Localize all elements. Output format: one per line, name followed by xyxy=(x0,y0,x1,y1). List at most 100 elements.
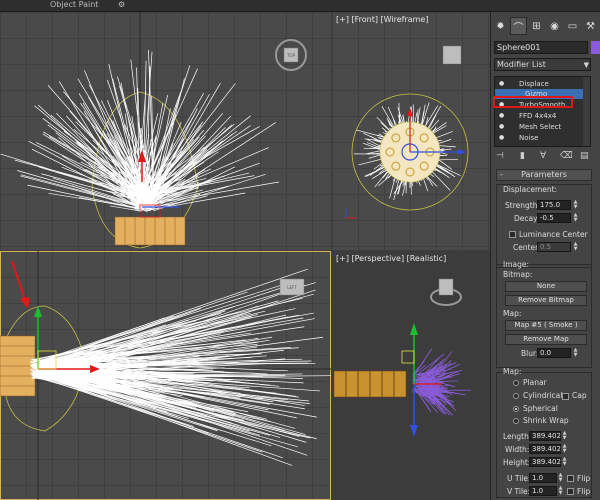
chevron-down-icon: ▼ xyxy=(583,61,589,69)
length-spinner[interactable]: 389.402 xyxy=(529,431,561,441)
blur-spinner-arrows[interactable]: ▲ ▼ xyxy=(573,348,578,358)
modify-tab-icon[interactable]: ⌒ xyxy=(510,17,527,35)
display-tab-icon[interactable]: ▭ xyxy=(564,17,581,35)
shrink-wrap-radio[interactable] xyxy=(513,418,519,424)
width-spinner[interactable]: 389.402 xyxy=(529,444,561,454)
spherical-label: Spherical xyxy=(523,404,558,413)
modifier-stack[interactable]: ● Displace Gizmo ● TurboSmooth ● FFD 4x4x4 … xyxy=(494,76,591,147)
object-name-field[interactable]: Sphere001 xyxy=(494,41,588,54)
modifier-list-label: Modifier List xyxy=(497,60,546,69)
viewport-top[interactable]: TOP xyxy=(0,12,331,250)
center-spinner-arrows[interactable]: ▲ ▼ xyxy=(573,242,578,252)
cylindrical-radio[interactable] xyxy=(513,393,519,399)
stack-item-noise[interactable]: ● Noise xyxy=(495,133,585,143)
center-spinner[interactable]: 0.5 xyxy=(537,242,571,252)
decay-spinner[interactable]: -0.5 xyxy=(537,213,571,223)
viewcube-front[interactable] xyxy=(440,42,466,72)
height-label: Height: xyxy=(503,458,531,467)
modifier-list-dropdown[interactable]: Modifier List ▼ xyxy=(494,58,591,71)
command-panel-tabs: ✹ ⌒ ⊞ ◉ ▭ ⚒ xyxy=(491,17,600,35)
height-spinner[interactable]: 389.402 xyxy=(529,457,561,467)
u-flip-checkbox[interactable] xyxy=(567,475,574,482)
strength-spinner[interactable]: 175.0 xyxy=(537,200,571,210)
gizmo-highlight-annotation xyxy=(493,96,573,108)
v-tile-spinner-arrows[interactable]: ▲ ▼ xyxy=(558,486,563,496)
v-tile-label: V Tile: xyxy=(507,487,531,496)
width-spinner-arrows[interactable]: ▲ ▼ xyxy=(562,444,567,454)
svg-text:TOP: TOP xyxy=(286,53,296,58)
collapse-icon: - xyxy=(500,170,503,179)
u-flip-label: Flip xyxy=(577,474,591,483)
luminance-center-label: Luminance Center xyxy=(519,230,588,239)
remove-map-button[interactable]: Remove Map xyxy=(505,334,587,345)
spherical-radio[interactable] xyxy=(513,406,519,412)
utilities-tab-icon[interactable]: ⚒ xyxy=(582,17,599,35)
stack-item-displace[interactable]: ● Displace xyxy=(495,79,585,89)
settings-icon[interactable]: ⚙ xyxy=(118,0,125,9)
motion-tab-icon[interactable]: ◉ xyxy=(546,17,563,35)
cap-label: Cap xyxy=(572,391,587,400)
remove-bitmap-button[interactable]: Remove Bitmap xyxy=(505,295,587,306)
luminance-center-checkbox[interactable] xyxy=(509,231,516,238)
perspective-view-drawing xyxy=(333,323,471,437)
width-label: Width: xyxy=(505,445,530,454)
viewcube-top[interactable]: TOP xyxy=(274,38,308,72)
planar-radio[interactable] xyxy=(513,380,519,386)
viewcube-perspective[interactable] xyxy=(428,275,464,309)
map-type-label: Map: xyxy=(503,367,522,376)
remove-modifier-icon[interactable]: ⌫ xyxy=(560,151,573,161)
blur-label: Blur: xyxy=(521,349,539,358)
height-spinner-arrows[interactable]: ▲ ▼ xyxy=(562,457,567,467)
viewcube-left[interactable]: LEFT xyxy=(272,273,312,303)
map-smoke-button[interactable]: Map #5 ( Smoke ) xyxy=(505,320,587,331)
create-tab-icon[interactable]: ✹ xyxy=(492,17,509,35)
u-tile-spinner-arrows[interactable]: ▲ ▼ xyxy=(558,473,563,483)
bulb-icon[interactable]: ● xyxy=(499,133,504,143)
svg-text:LEFT: LEFT xyxy=(287,285,297,290)
3dsmax-window: Object Paint ⚙ TOP [+] [Front] [Wirefram… xyxy=(0,0,600,500)
make-unique-icon[interactable]: ∀ xyxy=(540,151,546,161)
object-color-swatch[interactable] xyxy=(591,41,600,54)
v-tile-spinner[interactable]: 1.0 xyxy=(529,486,557,496)
viewport-perspective[interactable]: [+] [Perspective] [Realistic] xyxy=(332,251,490,500)
cap-checkbox[interactable] xyxy=(562,393,569,400)
shrink-wrap-label: Shrink Wrap xyxy=(523,416,569,425)
v-flip-checkbox[interactable] xyxy=(567,488,574,495)
displacement-label: Displacement: xyxy=(503,185,558,194)
viewport-front[interactable]: [+] [Front] [Wireframe] xyxy=(332,12,490,250)
stack-item-ffd[interactable]: ● FFD 4x4x4 xyxy=(495,111,585,121)
front-view-drawing xyxy=(345,93,469,219)
image-label: Image: xyxy=(503,260,530,269)
blur-spinner[interactable]: 0.0 xyxy=(537,348,571,358)
bulb-icon[interactable]: ● xyxy=(499,122,504,132)
configure-sets-icon[interactable]: ▤ xyxy=(580,151,589,161)
stack-scrollbar[interactable] xyxy=(583,77,590,146)
hierarchy-tab-icon[interactable]: ⊞ xyxy=(528,17,545,35)
cylindrical-label: Cylindrical xyxy=(523,391,563,400)
length-spinner-arrows[interactable]: ▲ ▼ xyxy=(562,431,567,441)
planar-label: Planar xyxy=(523,378,547,387)
stack-item-mesh-select[interactable]: ● Mesh Select xyxy=(495,122,585,132)
decay-label: Decay: xyxy=(514,214,540,223)
command-panel: ✹ ⌒ ⊞ ◉ ▭ ⚒ Sphere001 Modifier List ▼ ● D… xyxy=(490,12,600,500)
map-label: Map: xyxy=(503,309,522,318)
pin-stack-icon[interactable]: ⊣ xyxy=(496,151,504,161)
top-menu-strip: Object Paint ⚙ xyxy=(0,0,600,12)
bitmap-label: Bitmap: xyxy=(503,270,533,279)
parameters-rollout-header[interactable]: - Parameters xyxy=(496,169,592,181)
v-flip-label: Flip xyxy=(577,487,591,496)
bulb-icon[interactable]: ● xyxy=(499,79,504,89)
bulb-icon[interactable]: ● xyxy=(499,111,504,121)
strength-spinner-arrows[interactable]: ▲ ▼ xyxy=(573,200,578,210)
show-end-result-icon[interactable]: ▮ xyxy=(520,151,525,161)
decay-spinner-arrows[interactable]: ▲ ▼ xyxy=(573,213,578,223)
displacement-group xyxy=(496,184,592,268)
viewport-left[interactable]: LEFT xyxy=(0,251,331,500)
bitmap-none-button[interactable]: None xyxy=(505,281,587,292)
object-paint-menu[interactable]: Object Paint xyxy=(50,0,98,9)
stack-toolbar: ⊣ ▮ ∀ ⌫ ▤ xyxy=(494,151,591,163)
length-label: Length: xyxy=(503,432,532,441)
strength-label: Strength: xyxy=(505,201,540,210)
u-tile-spinner[interactable]: 1.0 xyxy=(529,473,557,483)
u-tile-label: U Tile: xyxy=(507,474,531,483)
